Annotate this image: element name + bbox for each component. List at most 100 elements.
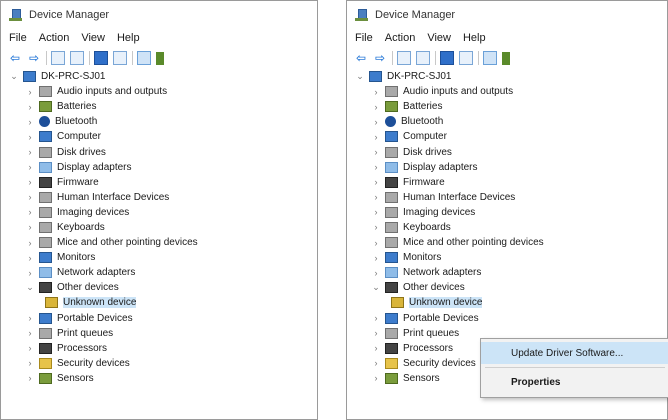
tree-category[interactable]: › Network adapters (347, 265, 667, 280)
tree-category[interactable]: › Keyboards (1, 220, 317, 235)
chevron-right-icon[interactable]: › (25, 132, 35, 142)
tree-category[interactable]: › Imaging devices (1, 205, 317, 220)
forward-arrow-icon[interactable]: ⇨ (373, 51, 387, 65)
tree-category[interactable]: › Display adapters (1, 160, 317, 175)
chevron-right-icon[interactable]: › (25, 358, 35, 368)
menu-view[interactable]: View (427, 32, 451, 44)
chevron-right-icon[interactable]: › (371, 222, 381, 232)
tree-category-other-devices[interactable]: ⌄ Other devices (347, 280, 667, 295)
tree-category[interactable]: › Firmware (1, 175, 317, 190)
chevron-right-icon[interactable]: › (25, 102, 35, 112)
chevron-right-icon[interactable]: › (371, 147, 381, 157)
tree-category[interactable]: › Bluetooth (347, 114, 667, 129)
back-arrow-icon[interactable]: ⇦ (354, 51, 368, 65)
tree-category[interactable]: › Bluetooth (1, 114, 317, 129)
chevron-right-icon[interactable]: › (25, 117, 35, 127)
chevron-right-icon[interactable]: › (25, 162, 35, 172)
chevron-right-icon[interactable]: › (371, 132, 381, 142)
show-hide-tree-icon[interactable] (416, 51, 430, 65)
tree-category[interactable]: › Portable Devices (1, 311, 317, 326)
chevron-right-icon[interactable]: › (25, 373, 35, 383)
menu-action[interactable]: Action (39, 32, 70, 44)
scan-hardware-icon[interactable] (137, 51, 151, 65)
chevron-right-icon[interactable]: › (25, 87, 35, 97)
view-icon[interactable] (113, 51, 127, 65)
chevron-down-icon[interactable]: ⌄ (9, 71, 19, 82)
chevron-right-icon[interactable]: › (371, 358, 381, 368)
menu-view[interactable]: View (81, 32, 105, 44)
tree-category[interactable]: › Human Interface Devices (1, 190, 317, 205)
tree-root[interactable]: ⌄ DK-PRC-SJ01 (347, 69, 667, 84)
chevron-right-icon[interactable]: › (25, 343, 35, 353)
chevron-right-icon[interactable]: › (371, 162, 381, 172)
scan-hardware-icon[interactable] (483, 51, 497, 65)
properties-icon[interactable] (51, 51, 65, 65)
tree-category[interactable]: › Keyboards (347, 220, 667, 235)
chevron-down-icon[interactable]: ⌄ (25, 282, 35, 293)
chevron-right-icon[interactable]: › (25, 253, 35, 263)
chevron-right-icon[interactable]: › (371, 102, 381, 112)
add-driver-icon[interactable] (156, 51, 164, 65)
tree-category[interactable]: › Portable Devices (347, 311, 667, 326)
chevron-right-icon[interactable]: › (371, 343, 381, 353)
chevron-right-icon[interactable]: › (371, 268, 381, 278)
tree-category[interactable]: › Computer (347, 129, 667, 144)
chevron-right-icon[interactable]: › (371, 117, 381, 127)
chevron-right-icon[interactable]: › (371, 238, 381, 248)
add-driver-icon[interactable] (502, 51, 510, 65)
tree-category[interactable]: › Human Interface Devices (347, 190, 667, 205)
tree-category[interactable]: › Display adapters (347, 160, 667, 175)
tree-category[interactable]: › Batteries (347, 99, 667, 114)
tree-category[interactable]: › Audio inputs and outputs (1, 84, 317, 99)
chevron-right-icon[interactable]: › (25, 238, 35, 248)
tree-category[interactable]: › Mice and other pointing devices (1, 235, 317, 250)
tree-root[interactable]: ⌄ DK-PRC-SJ01 (1, 69, 317, 84)
properties-icon[interactable] (397, 51, 411, 65)
help-icon[interactable] (440, 51, 454, 65)
tree-item-unknown-device[interactable]: Unknown device (1, 295, 317, 310)
tree-category[interactable]: › Processors (1, 341, 317, 356)
chevron-right-icon[interactable]: › (371, 313, 381, 323)
chevron-right-icon[interactable]: › (25, 192, 35, 202)
tree-category[interactable]: › Network adapters (1, 265, 317, 280)
chevron-right-icon[interactable]: › (371, 177, 381, 187)
tree-category[interactable]: › Print queues (1, 326, 317, 341)
tree-category[interactable]: › Mice and other pointing devices (347, 235, 667, 250)
tree-category[interactable]: › Batteries (1, 99, 317, 114)
properties-menu-item[interactable]: Properties (481, 371, 668, 393)
chevron-right-icon[interactable]: › (25, 268, 35, 278)
chevron-right-icon[interactable]: › (25, 207, 35, 217)
menu-action[interactable]: Action (385, 32, 416, 44)
chevron-right-icon[interactable]: › (25, 222, 35, 232)
tree-category[interactable]: › Sensors (1, 371, 317, 386)
tree-category-other-devices[interactable]: ⌄ Other devices (1, 280, 317, 295)
update-driver-menu-item[interactable]: Update Driver Software... (481, 342, 668, 364)
tree-category[interactable]: › Firmware (347, 175, 667, 190)
tree-category[interactable]: › Security devices (1, 356, 317, 371)
chevron-down-icon[interactable]: ⌄ (355, 71, 365, 82)
chevron-right-icon[interactable]: › (371, 373, 381, 383)
menu-help[interactable]: Help (117, 32, 140, 44)
tree-category[interactable]: › Monitors (1, 250, 317, 265)
view-icon[interactable] (459, 51, 473, 65)
help-icon[interactable] (94, 51, 108, 65)
chevron-right-icon[interactable]: › (25, 147, 35, 157)
menu-file[interactable]: File (9, 32, 27, 44)
tree-category[interactable]: › Disk drives (347, 144, 667, 159)
menu-file[interactable]: File (355, 32, 373, 44)
tree-category[interactable]: › Imaging devices (347, 205, 667, 220)
menu-help[interactable]: Help (463, 32, 486, 44)
chevron-down-icon[interactable]: ⌄ (371, 282, 381, 293)
tree-category[interactable]: › Audio inputs and outputs (347, 84, 667, 99)
chevron-right-icon[interactable]: › (371, 192, 381, 202)
chevron-right-icon[interactable]: › (25, 177, 35, 187)
forward-arrow-icon[interactable]: ⇨ (27, 51, 41, 65)
chevron-right-icon[interactable]: › (371, 207, 381, 217)
chevron-right-icon[interactable]: › (371, 328, 381, 338)
chevron-right-icon[interactable]: › (25, 313, 35, 323)
back-arrow-icon[interactable]: ⇦ (8, 51, 22, 65)
tree-category[interactable]: › Disk drives (1, 144, 317, 159)
tree-item-unknown-device[interactable]: Unknown device (347, 295, 667, 310)
chevron-right-icon[interactable]: › (371, 87, 381, 97)
tree-category[interactable]: › Monitors (347, 250, 667, 265)
